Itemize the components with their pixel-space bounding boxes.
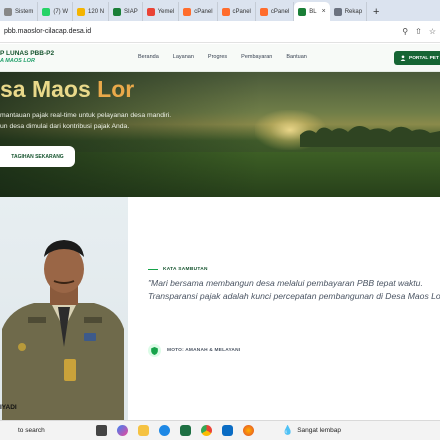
cta-label: TAGIHAN SEKARANG bbox=[11, 153, 64, 160]
browser-tab[interactable]: cPanel bbox=[179, 2, 218, 21]
hero-line-2: un desa dimulai dari kontribusi pajak An… bbox=[0, 123, 130, 130]
menu-item-bantuan[interactable]: Bantuan bbox=[286, 54, 307, 60]
menu-item-beranda[interactable]: Beranda bbox=[138, 54, 159, 60]
browser-tab[interactable]: Rekap bbox=[330, 2, 368, 21]
browser-tab[interactable]: (7) W bbox=[38, 2, 74, 21]
browser-tab[interactable]: 120 N bbox=[73, 2, 110, 21]
tab-favicon-icon bbox=[221, 7, 230, 16]
zoom-icon[interactable]: ⚲ bbox=[402, 27, 408, 36]
task-view-icon[interactable] bbox=[96, 425, 107, 436]
copilot-icon[interactable] bbox=[117, 425, 128, 436]
person-name: IYADI bbox=[0, 404, 17, 411]
brand-title: P LUNAS PBB-P2 bbox=[0, 50, 55, 57]
sambutan-section: KATA SAMBUTAN "Mari bersama membangun de… bbox=[128, 197, 440, 420]
hero-title: sa Maos Lor bbox=[0, 76, 134, 103]
weather-text: Sangat lembap bbox=[297, 427, 341, 434]
file-explorer-icon[interactable] bbox=[138, 425, 149, 436]
site-navbar: P LUNAS PBB-P2 A MAOS LOR Beranda Layana… bbox=[0, 44, 440, 72]
tab-favicon-icon bbox=[42, 7, 51, 16]
kata-sambutan-kicker: KATA SAMBUTAN bbox=[148, 267, 208, 272]
browser-tab-bar: Sistem (7) W 120 N SIAP Yemel cPanel cPanel cPa… bbox=[0, 0, 440, 21]
share-icon[interactable]: ⇧ bbox=[415, 27, 422, 36]
firefox-icon[interactable] bbox=[243, 425, 254, 436]
hero-title-accent: Lor bbox=[97, 76, 135, 102]
tree-silhouette bbox=[300, 125, 440, 147]
excel-icon[interactable] bbox=[180, 425, 191, 436]
menu-item-layanan[interactable]: Layanan bbox=[173, 54, 194, 60]
motto: MOTO: AMANAH & MELAYANI bbox=[148, 344, 240, 357]
new-tab-button[interactable]: + bbox=[367, 2, 385, 21]
tab-favicon-icon bbox=[77, 7, 86, 16]
browser-tab[interactable]: Sistem bbox=[0, 2, 39, 21]
weather-widget[interactable]: 💧 Sangat lembap bbox=[282, 425, 341, 436]
tab-label: cPanel bbox=[270, 8, 290, 15]
tab-label: 120 N bbox=[88, 8, 105, 15]
tab-label: Sistem bbox=[15, 8, 34, 15]
tab-close-icon[interactable]: × bbox=[322, 8, 326, 15]
taskbar-search[interactable]: to search bbox=[18, 427, 88, 434]
tab-label: Rekap bbox=[344, 8, 363, 15]
tab-favicon-icon bbox=[113, 7, 122, 16]
portrait-illustration bbox=[2, 240, 124, 420]
portal-button-label: PORTAL PET bbox=[409, 55, 439, 61]
portal-button[interactable]: PORTAL PET bbox=[394, 51, 440, 65]
tab-label: (7) W bbox=[53, 8, 69, 15]
bookmark-star-icon[interactable]: ☆ bbox=[429, 27, 436, 36]
browser-tab[interactable]: cPanel bbox=[256, 2, 295, 21]
cek-tagihan-button[interactable]: TAGIHAN SEKARANG bbox=[0, 146, 75, 167]
address-bar-actions: ⚲ ⇧ ☆ bbox=[402, 27, 440, 36]
menu-item-progres[interactable]: Progres bbox=[208, 54, 227, 60]
browser-tab[interactable]: SIAP bbox=[109, 2, 143, 21]
tab-favicon-icon bbox=[146, 7, 155, 16]
tab-label: Yemel bbox=[157, 8, 175, 15]
sambutan-quote: "Mari bersama membangun desa melalui pem… bbox=[148, 278, 440, 301]
shield-icon bbox=[148, 344, 161, 357]
user-icon bbox=[400, 55, 406, 61]
site-brand[interactable]: P LUNAS PBB-P2 A MAOS LOR bbox=[0, 50, 54, 64]
kicker-label: KATA SAMBUTAN bbox=[163, 267, 208, 272]
edge-icon[interactable] bbox=[159, 425, 170, 436]
url-text[interactable]: pbb.maoslor-cilacap.desa.id bbox=[4, 28, 402, 35]
tab-favicon-icon bbox=[4, 7, 12, 16]
browser-tab[interactable]: Yemel bbox=[143, 2, 180, 21]
hero-title-main: sa Maos bbox=[0, 76, 98, 102]
tab-favicon-icon bbox=[298, 7, 307, 16]
humidity-icon: 💧 bbox=[282, 425, 294, 435]
kepala-desa-photo: IYADI bbox=[0, 197, 128, 420]
store-icon[interactable] bbox=[222, 425, 233, 436]
tab-label: cPanel bbox=[232, 8, 251, 15]
tab-label: BL bbox=[309, 8, 317, 15]
tab-favicon-icon bbox=[183, 7, 192, 16]
tab-label: cPanel bbox=[194, 8, 213, 15]
menu-item-pembayaran[interactable]: Pembayaran bbox=[241, 54, 272, 60]
kicker-line bbox=[148, 268, 158, 271]
site-menu: Beranda Layanan Progres Pembayaran Bantu… bbox=[138, 54, 307, 60]
chrome-icon[interactable] bbox=[201, 425, 212, 436]
tab-label: SIAP bbox=[124, 8, 138, 15]
hero-section: sa Maos Lor mantauan pajak real-time unt… bbox=[0, 72, 440, 197]
motto-text: MOTO: AMANAH & MELAYANI bbox=[167, 348, 241, 353]
brand-subtitle: A MAOS LOR bbox=[0, 58, 35, 64]
taskbar-apps bbox=[96, 425, 254, 436]
browser-tab[interactable]: BL × bbox=[294, 2, 330, 21]
address-bar[interactable]: pbb.maoslor-cilacap.desa.id ⚲ ⇧ ☆ bbox=[0, 21, 440, 43]
tab-favicon-icon bbox=[259, 7, 268, 16]
browser-tab[interactable]: cPanel bbox=[218, 2, 256, 21]
tab-favicon-icon bbox=[333, 7, 342, 16]
windows-taskbar: to search 💧 Sangat lembap bbox=[0, 420, 440, 440]
hero-line-1: mantauan pajak real-time untuk pelayanan… bbox=[0, 112, 172, 119]
